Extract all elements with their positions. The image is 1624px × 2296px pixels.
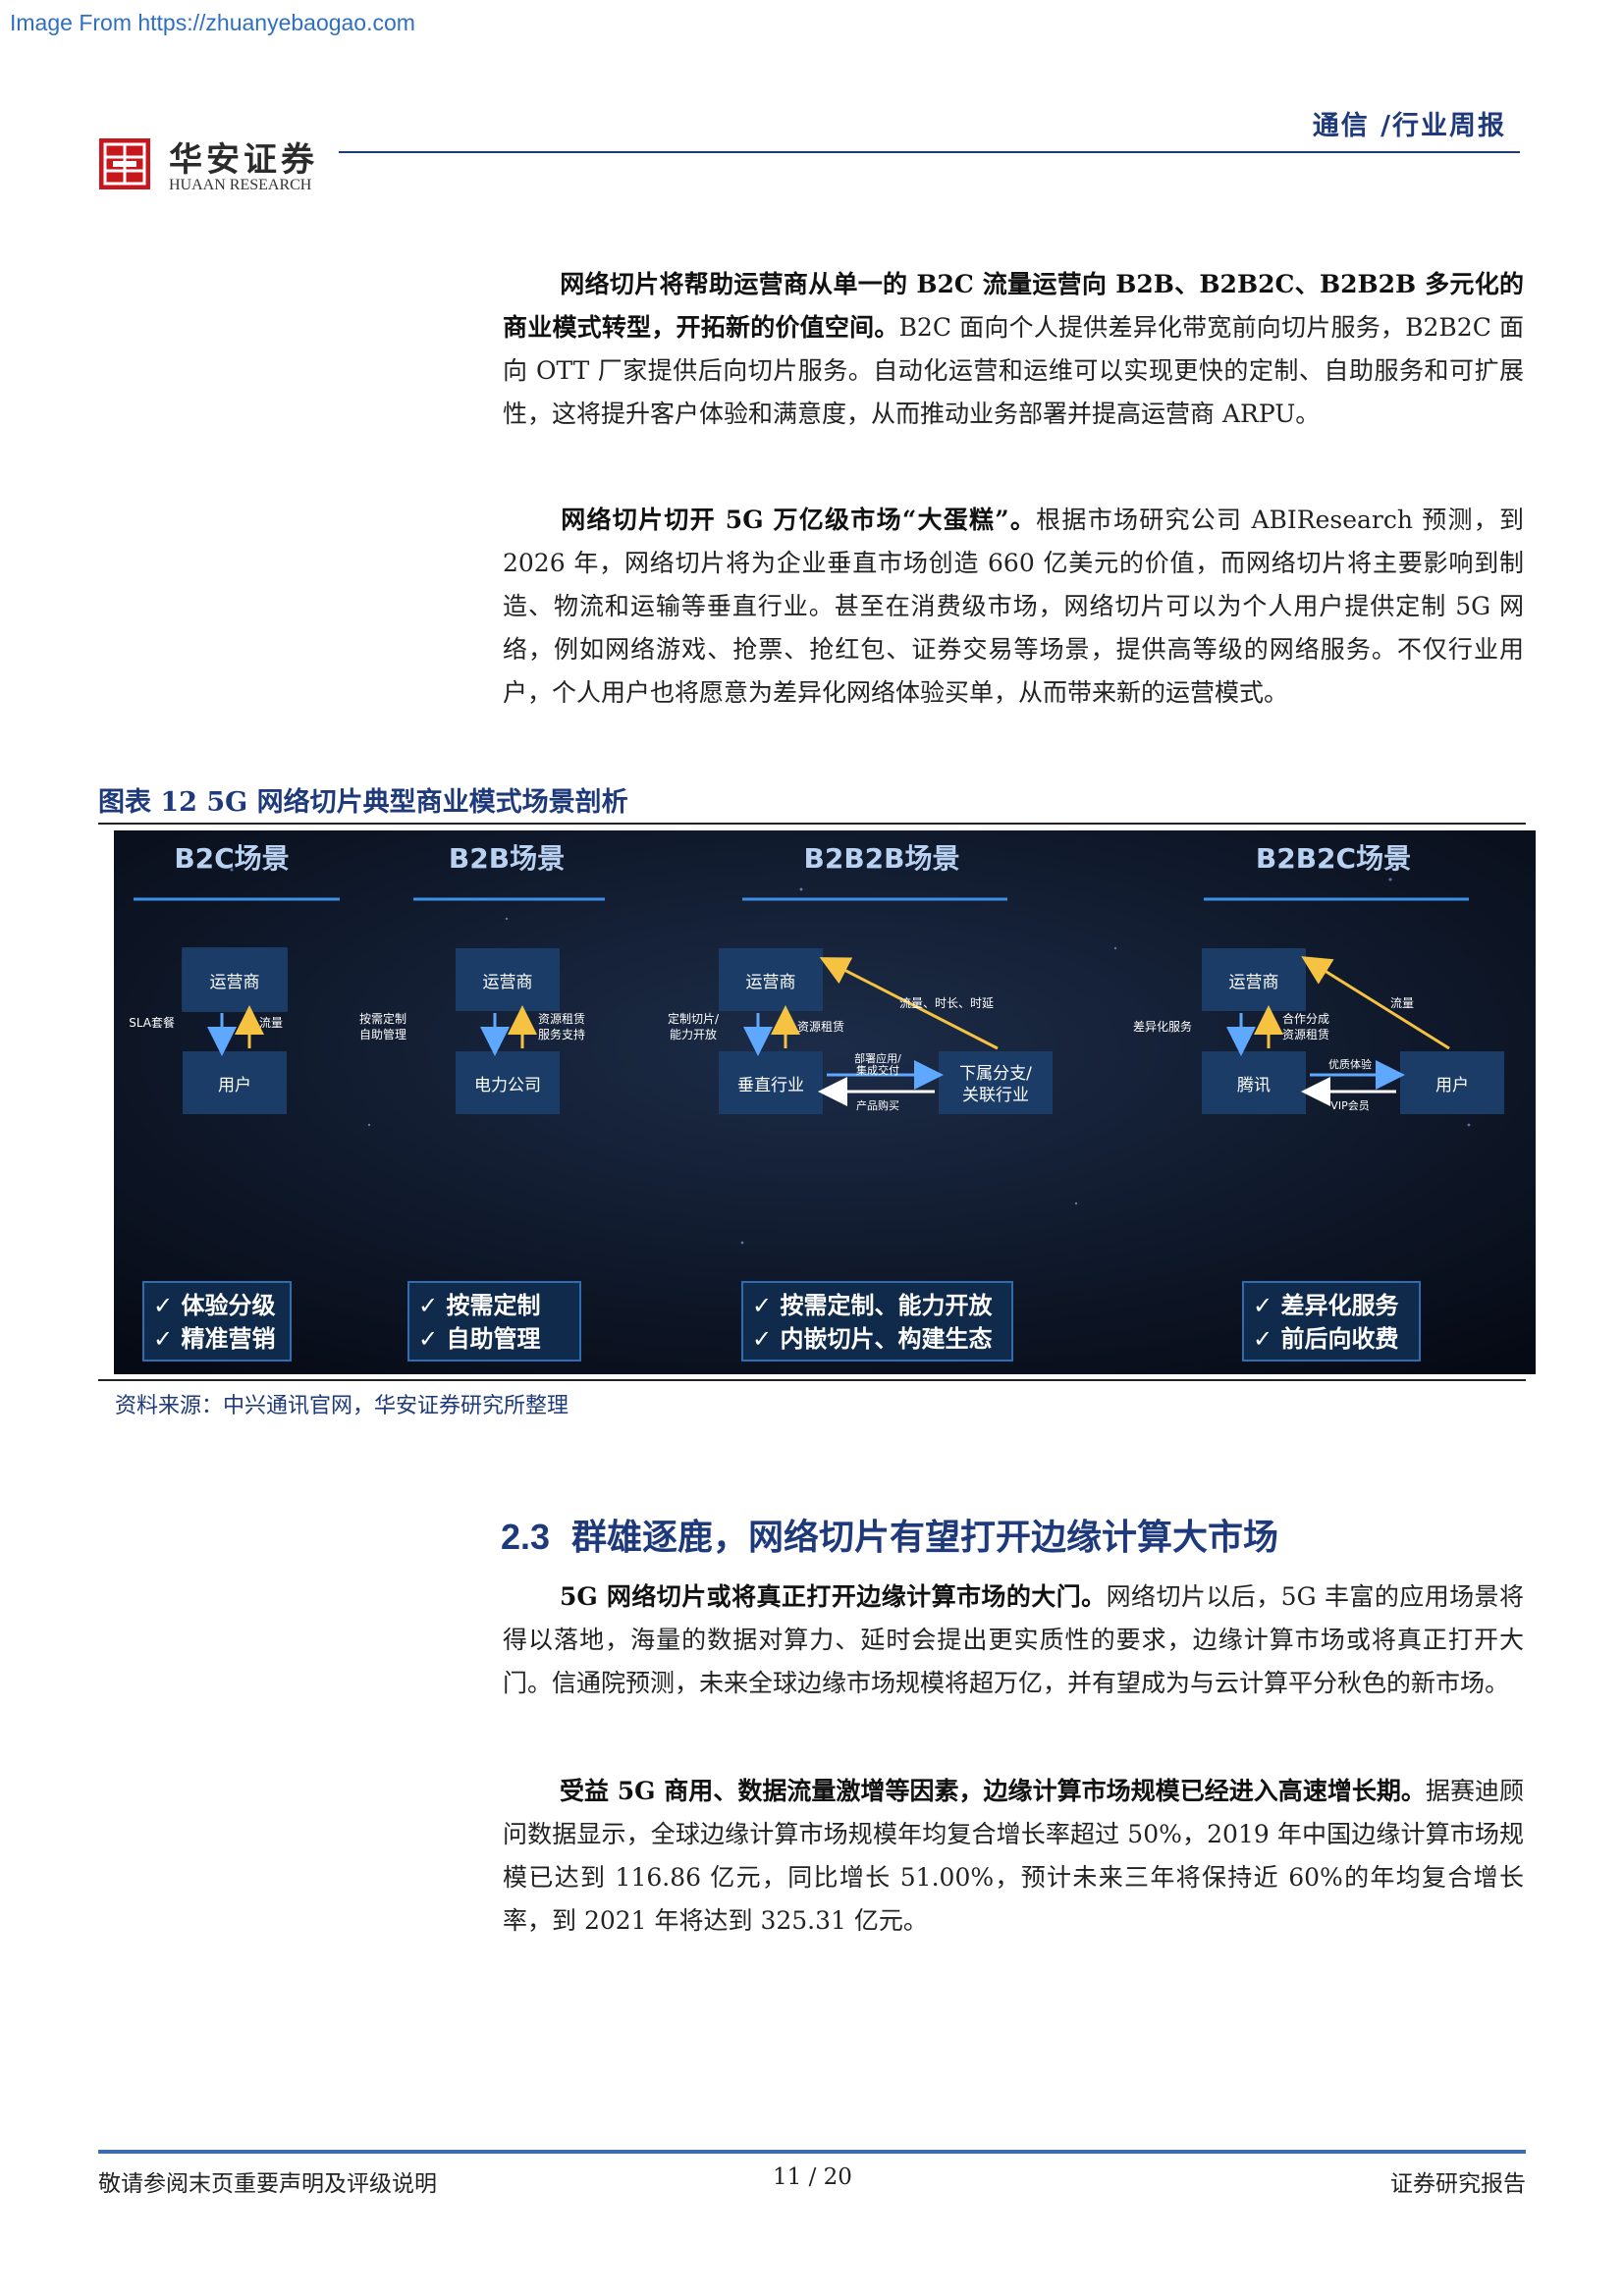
b2b2c-diag-label: 流量	[1390, 996, 1414, 1010]
b2c-user-box: 用户	[218, 1076, 251, 1095]
panel-heading-b2b2b: B2B2B场景	[804, 842, 960, 875]
b2b2b-branch-box: 下属分支/	[959, 1064, 1032, 1084]
footer-report-type: 证券研究报告	[1390, 2171, 1526, 2197]
b2b2c-tencent-box: 腾讯	[1237, 1076, 1271, 1095]
panel-heading-b2b: B2B场景	[449, 842, 565, 875]
b2c-bullet-1: ✓ 体验分级	[153, 1292, 275, 1319]
figure-title: 图表 12 5G 网络切片典型商业模式场景剖析	[98, 787, 628, 818]
b2b2c-left-label: 差异化服务	[1133, 1019, 1192, 1034]
paragraph-2-body: 根据市场研究公司 ABIResearch 预测，到 2026 年，网络切片将为企…	[503, 506, 1524, 707]
b2b2c-right-label: 合作分成	[1282, 1011, 1329, 1026]
b2b2b-right-label: 资源租赁	[797, 1020, 844, 1034]
b2b2b-h-bottom-label: 产品购买	[856, 1098, 899, 1112]
b2c-right-label: 流量	[259, 1016, 283, 1030]
paragraph-3-lead: 5G 网络切片或将真正打开边缘计算市场的大门。	[560, 1582, 1107, 1611]
b2b2c-operator-box: 运营商	[1229, 973, 1279, 992]
b2b2c-h-top-label: 优质体验	[1328, 1057, 1372, 1071]
page-number: 11 / 20	[773, 2164, 852, 2190]
paragraph-4: 受益 5G 商用、数据流量激增等因素，边缘计算市场规模已经进入高速增长期。据赛迪…	[503, 1770, 1524, 1943]
b2b2b-h-top-label-2: 集成交付	[856, 1063, 899, 1077]
b2b2b-vertical-industry-box: 垂直行业	[737, 1076, 804, 1095]
footer-disclaimer: 敬请参阅末页重要声明及评级说明	[98, 2171, 437, 2197]
b2b2c-right-label-2: 资源租赁	[1282, 1028, 1329, 1041]
panel-heading-b2c: B2C场景	[174, 842, 289, 875]
b2b2b-branch-box-2: 关联行业	[962, 1086, 1029, 1105]
paragraph-2: 网络切片切开 5G 万亿级市场“大蛋糕”。根据市场研究公司 ABIResearc…	[503, 499, 1524, 715]
watermark: Image From https://zhuanyebaogao.com	[10, 10, 415, 35]
b2b2b-left-label-2: 能力开放	[670, 1027, 717, 1041]
logo-english-name: HUAAN RESEARCH	[169, 177, 312, 193]
b2c-operator-box: 运营商	[210, 973, 260, 992]
b2b2c-h-bottom-label: VIP会员	[1330, 1099, 1369, 1112]
section-number: 2.3	[501, 1517, 551, 1557]
figure-bottom-rule	[98, 1379, 1526, 1381]
panel-heading-b2b2c: B2B2C场景	[1256, 842, 1411, 875]
section-title: 群雄逐鹿，网络切片有望打开边缘计算大市场	[571, 1517, 1279, 1558]
b2b-bullet-1: ✓ 按需定制	[418, 1292, 540, 1319]
paragraph-2-lead: 网络切片切开 5G 万亿级市场“大蛋糕”。	[560, 506, 1037, 534]
section-heading: 2.3 群雄逐鹿，网络切片有望打开边缘计算大市场	[501, 1509, 1278, 1560]
b2b2c-user-box: 用户	[1435, 1076, 1469, 1095]
huaan-logo-icon	[99, 138, 150, 189]
b2b-left-label-2: 自助管理	[359, 1027, 406, 1041]
logo-chinese-name: 华安证券	[169, 140, 318, 180]
paragraph-1: 网络切片将帮助运营商从单一的 B2C 流量运营向 B2B、B2B2C、B2B2B…	[503, 263, 1524, 436]
business-model-diagram: B2C场景 B2B场景 B2B2B场景 B2B2C场景 运营商 用户 SLA套餐…	[114, 830, 1536, 1374]
b2b-right-label: 资源租赁	[538, 1012, 585, 1026]
b2c-left-label: SLA套餐	[129, 1015, 175, 1030]
footer-divider	[98, 2150, 1526, 2154]
b2b2b-diag-label: 流量、时长、时延	[899, 996, 994, 1010]
b2b2b-bullet-1: ✓ 按需定制、能力开放	[752, 1292, 993, 1319]
b2b2c-bullet-1: ✓ 差异化服务	[1253, 1292, 1399, 1319]
figure-top-rule	[98, 823, 1526, 825]
figure-source: 资料来源：中兴通讯官网，华安证券研究所整理	[115, 1394, 569, 1418]
b2b2b-operator-box: 运营商	[746, 973, 796, 992]
b2b-left-label: 按需定制	[359, 1011, 406, 1026]
b2b-operator-box: 运营商	[483, 973, 533, 992]
b2b2b-left-label: 定制切片/	[668, 1011, 720, 1026]
b2b2c-bullet-2: ✓ 前后向收费	[1253, 1325, 1398, 1353]
b2b2b-h-top-label: 部署应用/	[854, 1051, 901, 1065]
report-category: 通信 /行业周报	[1312, 111, 1506, 141]
b2c-bullet-2: ✓ 精准营销	[153, 1325, 275, 1353]
b2b2b-bullet-2: ✓ 内嵌切片、构建生态	[752, 1325, 992, 1353]
b2b-power-company-box: 电力公司	[474, 1076, 541, 1095]
paragraph-3: 5G 网络切片或将真正打开边缘计算市场的大门。网络切片以后，5G 丰富的应用场景…	[503, 1575, 1524, 1705]
header-divider	[339, 151, 1520, 153]
b2b-right-label-2: 服务支持	[538, 1027, 585, 1041]
paragraph-4-lead: 受益 5G 商用、数据流量激增等因素，边缘计算市场规模已经进入高速增长期。	[560, 1777, 1426, 1805]
b2b-bullet-2: ✓ 自助管理	[418, 1325, 540, 1353]
